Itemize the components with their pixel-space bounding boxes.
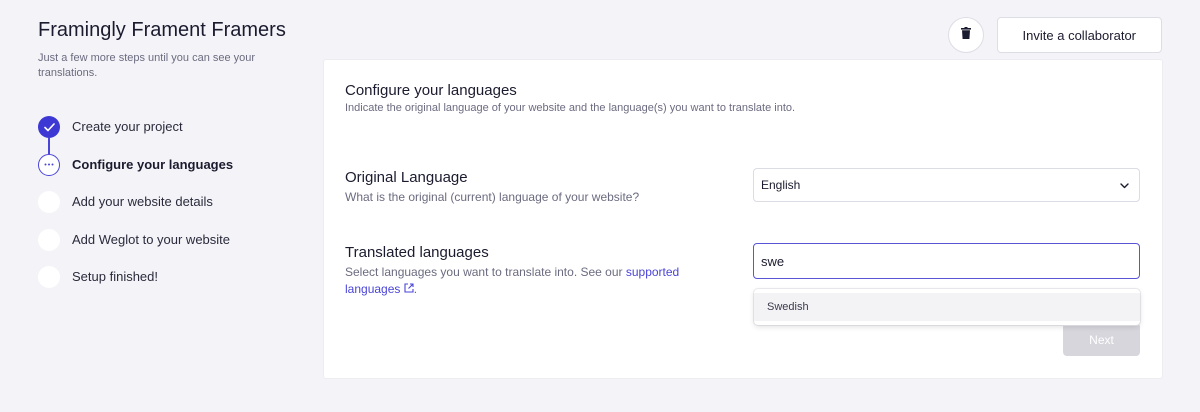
delete-project-button[interactable] [947, 17, 984, 53]
invite-collaborator-button[interactable]: Invite a collaborator [996, 17, 1162, 53]
external-link-icon [404, 283, 414, 293]
step-label: Add your website details [72, 194, 213, 209]
step-label: Setup finished! [72, 269, 159, 284]
translated-languages-input[interactable] [753, 243, 1140, 279]
suggestion-swedish[interactable]: Swedish [754, 293, 1140, 321]
original-language-help: What is the original (current) language … [345, 190, 640, 204]
header-actions: Invite a collaborator [947, 17, 1162, 53]
original-language-label: Original Language [345, 169, 468, 186]
step-label: Create your project [72, 119, 183, 134]
step-configure-languages: Configure your languages [38, 153, 234, 192]
original-language-select[interactable]: English [753, 168, 1140, 202]
step-circle-icon [38, 266, 60, 288]
check-icon [38, 116, 60, 138]
setup-steps: Create your project Configure your langu… [38, 116, 233, 304]
ellipsis-icon [38, 153, 60, 176]
step-label: Configure your languages [72, 156, 234, 172]
step-circle-icon [38, 228, 60, 251]
step-label: Add Weglot to your website [72, 231, 231, 247]
project-subtitle: Just a few more steps until you can see … [38, 52, 256, 79]
step-add-weglot: Add Weglot to your website [38, 228, 233, 267]
translated-languages-label: Translated languages [345, 244, 489, 261]
help-text: Select languages you want to translate i… [345, 265, 626, 279]
configure-languages-card: Configure your languages Indicate the or… [324, 60, 1162, 378]
translated-languages-help: Select languages you want to translate i… [345, 265, 680, 296]
card-title: Configure your languages [345, 82, 517, 99]
step-circle-icon [38, 191, 60, 213]
step-website-details: Add your website details [38, 191, 233, 229]
next-button[interactable]: Next [1063, 323, 1140, 356]
project-title: Framingly Frament Framers [38, 19, 286, 41]
step-connector [48, 138, 50, 154]
original-language-value: English [761, 178, 801, 192]
card-subtitle: Indicate the original language of your w… [345, 102, 796, 114]
step-setup-finished: Setup finished! [38, 266, 233, 304]
trash-icon [960, 26, 971, 44]
chevron-down-icon [1120, 178, 1129, 192]
language-suggestions-dropdown: Swedish [754, 289, 1140, 325]
step-create-project: Create your project [38, 116, 233, 154]
